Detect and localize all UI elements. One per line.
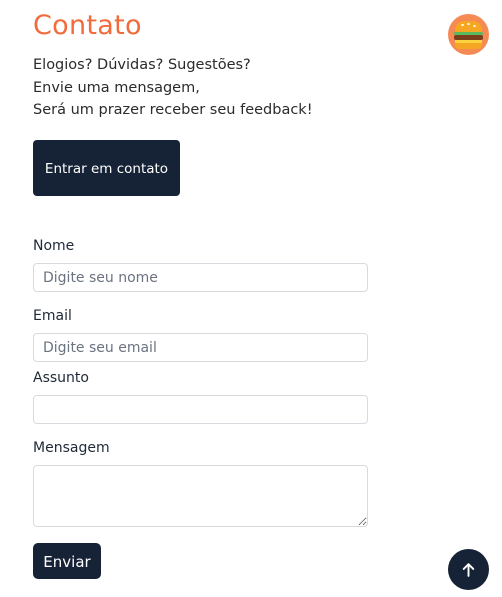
email-label: Email bbox=[33, 308, 72, 324]
message-textarea[interactable] bbox=[33, 465, 368, 527]
intro-line: Envie uma mensagem, bbox=[33, 79, 200, 96]
intro-text: Elogios? Dúvidas? Sugestões? Envie uma m… bbox=[33, 54, 313, 122]
subject-label: Assunto bbox=[33, 370, 89, 386]
submit-button[interactable]: Enviar bbox=[33, 543, 101, 579]
arrow-up-icon bbox=[462, 563, 475, 577]
burger-icon[interactable] bbox=[448, 14, 489, 55]
name-label: Nome bbox=[33, 238, 75, 254]
name-input[interactable] bbox=[33, 263, 368, 292]
message-label: Mensagem bbox=[33, 440, 110, 456]
email-input[interactable] bbox=[33, 333, 368, 362]
intro-line: Elogios? Dúvidas? Sugestões? bbox=[33, 57, 251, 73]
scroll-top-button[interactable] bbox=[448, 549, 489, 590]
subject-input[interactable] bbox=[33, 395, 368, 424]
page-title: Contato bbox=[33, 10, 142, 41]
intro-line: Será um prazer receber seu feedback! bbox=[33, 102, 313, 118]
contact-button[interactable]: Entrar em contato bbox=[33, 140, 180, 196]
